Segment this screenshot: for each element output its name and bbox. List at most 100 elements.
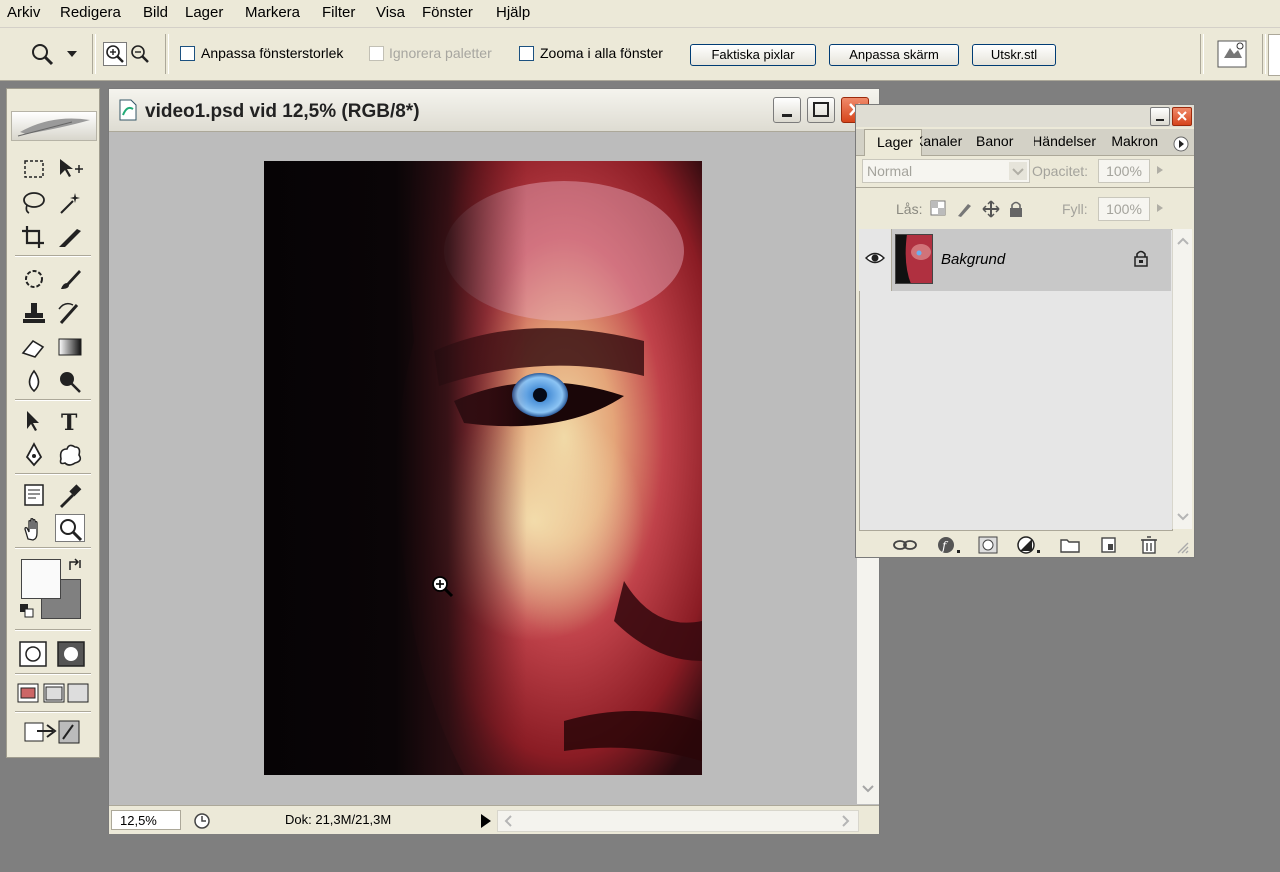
pen-tool-icon[interactable] xyxy=(19,441,49,469)
swap-colors-icon[interactable] xyxy=(67,557,83,573)
menu-bild[interactable]: Bild xyxy=(143,4,168,21)
standard-mode-icon[interactable] xyxy=(19,641,47,667)
path-selection-tool-icon[interactable] xyxy=(19,407,49,435)
tab-banor[interactable]: Banor xyxy=(976,133,1032,153)
maximize-button[interactable] xyxy=(807,97,835,123)
brush-tool-icon[interactable] xyxy=(55,265,85,293)
fill-field[interactable]: 100% xyxy=(1098,197,1150,221)
full-screen-menu-mode-icon[interactable] xyxy=(43,683,65,703)
link-layers-icon[interactable] xyxy=(892,538,918,552)
close-icon xyxy=(1177,111,1187,121)
opacity-slider-icon[interactable] xyxy=(1152,161,1168,179)
actual-pixels-button[interactable]: Faktiska pixlar xyxy=(690,44,816,66)
standard-screen-mode-icon[interactable] xyxy=(17,683,39,703)
layers-scrollbar[interactable] xyxy=(1172,229,1192,529)
eyedropper-tool-icon[interactable] xyxy=(55,481,85,509)
eraser-tool-icon[interactable] xyxy=(19,333,49,361)
menu-lager[interactable]: Lager xyxy=(185,4,223,21)
opacity-field[interactable]: 100% xyxy=(1098,159,1150,183)
type-tool-icon[interactable]: T xyxy=(55,407,85,435)
menu-markera[interactable]: Markera xyxy=(245,4,300,21)
full-screen-mode-icon[interactable] xyxy=(67,683,89,703)
layer-visibility-cell[interactable] xyxy=(859,229,892,291)
marquee-tool-icon[interactable] xyxy=(19,155,49,183)
panel-minimize-button[interactable] xyxy=(1150,107,1170,126)
menu-fonster[interactable]: Fönster xyxy=(422,4,473,21)
zoom-in-icon[interactable] xyxy=(103,42,127,66)
menu-visa[interactable]: Visa xyxy=(376,4,405,21)
foreground-color-swatch[interactable] xyxy=(21,559,61,599)
lock-position-icon[interactable] xyxy=(982,200,1000,218)
scroll-up-icon[interactable] xyxy=(1176,235,1190,247)
history-brush-tool-icon[interactable] xyxy=(55,299,85,327)
new-group-icon[interactable] xyxy=(1060,537,1080,553)
menu-hjalp[interactable]: Hjälp xyxy=(496,4,530,21)
default-colors-icon[interactable] xyxy=(19,603,35,619)
custom-shape-tool-icon[interactable] xyxy=(55,441,85,469)
gradient-tool-icon[interactable] xyxy=(55,333,85,361)
zoom-all-windows-checkbox[interactable] xyxy=(519,46,534,61)
adjustment-layer-icon[interactable] xyxy=(1016,536,1042,554)
blur-tool-icon[interactable] xyxy=(19,367,49,395)
toolbox-header[interactable] xyxy=(11,111,97,141)
panel-close-button[interactable] xyxy=(1172,107,1192,126)
lock-all-icon[interactable] xyxy=(1008,200,1024,218)
fit-screen-button[interactable]: Anpassa skärm xyxy=(829,44,959,66)
menu-filter[interactable]: Filter xyxy=(322,4,355,21)
separator xyxy=(1262,34,1266,74)
zoom-level-field[interactable]: 12,5% xyxy=(111,810,181,830)
canvas-area[interactable] xyxy=(109,132,857,804)
tab-kanaler[interactable]: Kanaler xyxy=(920,133,970,153)
lasso-tool-icon[interactable] xyxy=(19,189,49,217)
notes-tool-icon[interactable] xyxy=(19,481,49,509)
healing-brush-tool-icon[interactable] xyxy=(19,265,49,293)
zoom-tool-selected-icon[interactable] xyxy=(55,514,85,542)
document-title-bar[interactable]: video1.psd vid 12,5% (RGB/8*) xyxy=(109,89,879,132)
image-canvas[interactable] xyxy=(264,161,702,775)
zoom-out-icon[interactable] xyxy=(128,42,152,66)
scroll-left-icon[interactable] xyxy=(502,814,516,828)
print-size-button[interactable]: Utskr.stl xyxy=(972,44,1056,66)
scroll-right-icon[interactable] xyxy=(838,814,852,828)
file-browser-icon[interactable] xyxy=(1216,38,1250,70)
fill-slider-icon[interactable] xyxy=(1152,199,1168,217)
jump-to-imageready-icon[interactable] xyxy=(19,717,83,747)
tab-makron[interactable]: Makron xyxy=(1100,133,1158,153)
lock-transparent-pixels-icon[interactable] xyxy=(930,200,946,216)
horizontal-scrollbar[interactable] xyxy=(497,810,859,832)
scroll-down-icon[interactable] xyxy=(860,782,876,796)
layer-row[interactable]: Bakgrund xyxy=(859,229,1171,291)
status-menu-icon[interactable] xyxy=(191,811,213,831)
separator xyxy=(15,711,91,713)
trash-icon[interactable] xyxy=(1140,535,1158,555)
tab-strip: Kanaler Banor Händelser Makron xyxy=(920,129,1168,155)
palette-well[interactable] xyxy=(1268,34,1280,76)
menu-arkiv[interactable]: Arkiv xyxy=(7,4,40,21)
slice-tool-icon[interactable] xyxy=(55,223,85,251)
panel-title-bar[interactable] xyxy=(856,105,1194,127)
dodge-tool-icon[interactable] xyxy=(55,367,85,395)
scroll-down-icon[interactable] xyxy=(1176,511,1190,523)
tab-handelser[interactable]: Händelser xyxy=(1034,133,1096,153)
blend-mode-select[interactable]: Normal xyxy=(862,159,1030,183)
add-mask-icon[interactable] xyxy=(978,536,998,554)
panel-menu-icon[interactable] xyxy=(1172,135,1190,153)
resize-grip-icon[interactable] xyxy=(1174,539,1190,555)
zoom-tool-icon[interactable] xyxy=(30,42,56,66)
magic-wand-tool-icon[interactable] xyxy=(55,189,85,217)
quick-mask-mode-icon[interactable] xyxy=(57,641,85,667)
menu-redigera[interactable]: Redigera xyxy=(60,4,121,21)
status-arrow-icon[interactable] xyxy=(477,811,495,831)
minimize-button[interactable] xyxy=(773,97,801,123)
new-layer-icon[interactable] xyxy=(1100,536,1118,554)
resize-windows-checkbox[interactable] xyxy=(180,46,195,61)
hand-tool-icon[interactable] xyxy=(19,515,49,543)
move-tool-icon[interactable] xyxy=(55,155,85,183)
tool-preset-dropdown-icon[interactable] xyxy=(66,50,78,58)
tab-lager[interactable]: Lager xyxy=(864,129,922,156)
layer-style-icon[interactable]: f xyxy=(936,536,962,554)
lock-image-pixels-icon[interactable] xyxy=(956,200,974,218)
crop-tool-icon[interactable] xyxy=(19,223,49,251)
eye-icon[interactable] xyxy=(865,251,885,265)
clone-stamp-tool-icon[interactable] xyxy=(19,299,49,327)
